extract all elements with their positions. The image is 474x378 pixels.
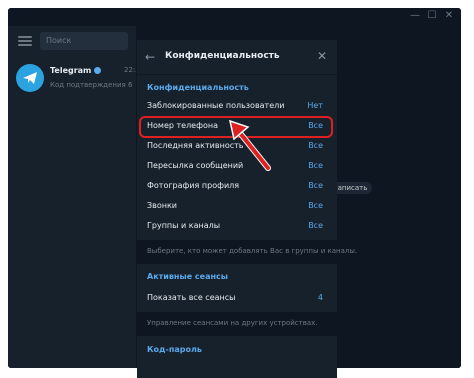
groups-hint-text: Выберите, кто может добавлять Вас в груп… [147,247,358,255]
chat-list-item-telegram[interactable]: Telegram 22:5 Код подтверждения 69... [8,60,140,98]
row-value: Все [308,201,323,210]
chat-name: Telegram [50,66,102,75]
section-title-passcode: Код-пароль [147,345,202,354]
privacy-row-profile-photo[interactable]: Фотография профиля Все [137,177,337,197]
chat-preview: Код подтверждения 69... [50,81,132,89]
panel-title: Конфиденциальность [165,51,280,61]
sessions-row-show-all[interactable]: Показать все сеансы 4 [137,289,337,309]
privacy-row-blocked[interactable]: Заблокированные пользователи Нет [137,97,337,117]
privacy-row-groups[interactable]: Группы и каналы Все [137,217,337,237]
minimize-icon[interactable]: — [408,10,422,22]
row-value: Все [308,141,323,150]
privacy-row-calls[interactable]: Звонки Все [137,197,337,217]
row-label: Показать все сеансы [147,293,236,302]
verified-icon [94,67,102,74]
row-value: Все [308,181,323,190]
privacy-settings-panel: ← Конфиденциальность ✕ Конфиденциальност… [137,40,357,378]
red-arrow-icon [228,119,271,171]
section-title-privacy: Конфиденциальность [147,83,249,92]
row-value: Нет [307,101,323,110]
telegram-avatar [16,64,44,92]
paper-plane-icon [23,72,37,84]
sidebar: Поиск Telegram 22:5 Код подтверждения 69… [8,26,140,368]
panel-header: ← Конфиденциальность ✕ [137,40,337,75]
row-label: Группы и каналы [147,221,221,230]
sessions-hint-text: Управление сеансами на других устройства… [147,319,318,327]
row-label: Заблокированные пользователи [147,101,285,110]
groups-hint: Выберите, кто может добавлять Вас в груп… [137,240,357,264]
row-label: Фотография профиля [147,181,240,190]
maximize-icon[interactable]: ☐ [425,10,439,22]
close-icon[interactable]: ✕ [317,49,327,63]
title-bar: — ☐ ✕ [8,8,461,26]
hamburger-menu-icon[interactable] [18,36,32,46]
search-input[interactable]: Поиск [40,32,128,50]
sessions-hint: Управление сеансами на других устройства… [137,312,337,336]
row-value: Все [308,221,323,230]
back-arrow-icon[interactable]: ← [145,50,155,64]
row-value: 4 [317,293,323,302]
close-window-icon[interactable]: ✕ [442,10,456,22]
section-title-sessions: Активные сеансы [147,272,228,281]
row-label: Звонки [147,201,177,210]
row-value: Все [308,161,323,170]
